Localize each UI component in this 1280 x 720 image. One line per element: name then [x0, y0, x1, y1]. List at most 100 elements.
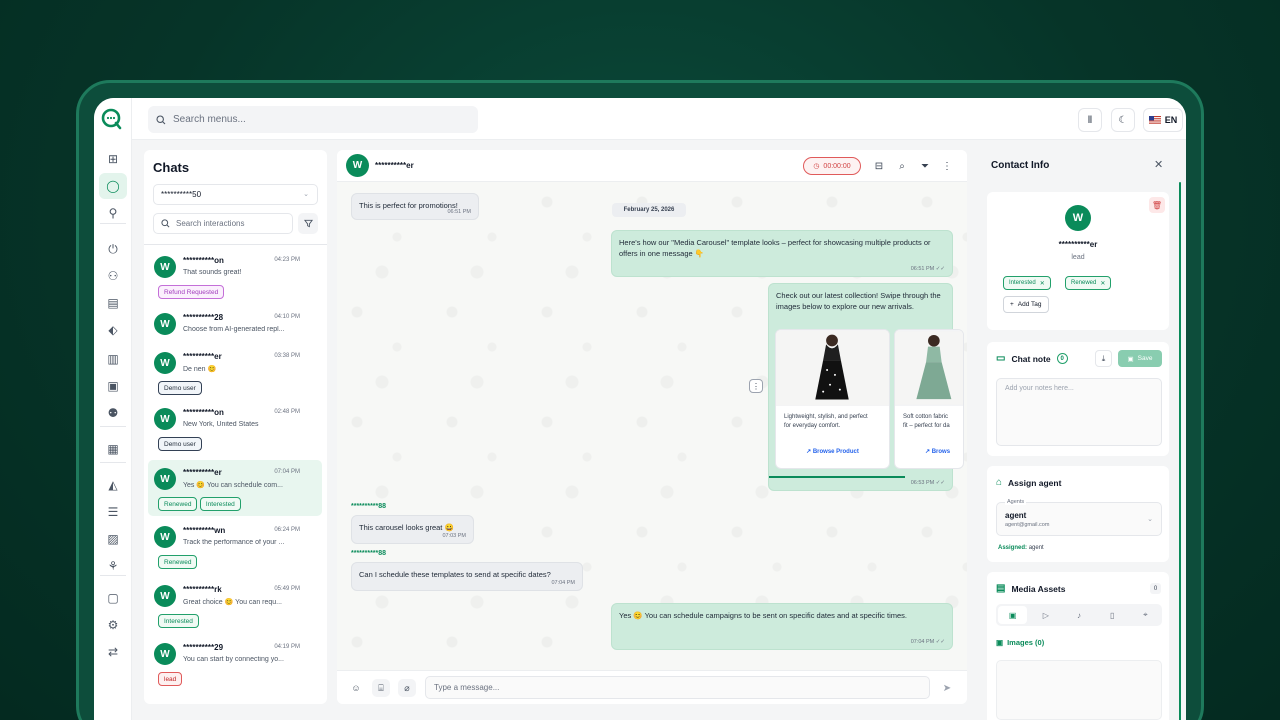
save-icon: ▣ — [1127, 355, 1134, 363]
carousel-card[interactable]: Soft cotton fabric fit – perfect for da … — [894, 329, 964, 469]
chat-time: 04:23 PM — [274, 257, 300, 263]
message-bubble-outgoing: Yes 😊 You can schedule campaigns to be s… — [611, 603, 953, 650]
menu-search-placeholder: Search menus... — [173, 114, 246, 125]
tab-audio[interactable]: ♪ — [1064, 606, 1093, 624]
layout-button[interactable]: ⊟ — [872, 159, 886, 173]
language-button[interactable]: EN — [1143, 108, 1183, 132]
browse-product-link[interactable]: ↗ Brows — [895, 448, 963, 457]
carousel-card[interactable]: Lightweight, stylish, and perfect for ev… — [775, 329, 890, 469]
add-tag-button[interactable]: + Add Tag — [1003, 296, 1049, 313]
chat-tag: Demo user — [158, 437, 202, 451]
assigned-value: agent — [1028, 545, 1044, 551]
nav-item[interactable]: ◭ — [99, 472, 127, 498]
scrollbar[interactable] — [1179, 182, 1181, 720]
nav-item[interactable]: ⚉ — [99, 400, 127, 426]
nav-item[interactable]: ⚇ — [99, 263, 127, 289]
send-icon: ➤ — [942, 682, 952, 694]
tab-documents[interactable]: ▯ — [1098, 606, 1127, 624]
message-time: 06:51 PM ✓✓ — [910, 265, 945, 272]
image-icon: ▣ — [1008, 610, 1017, 620]
tag-icon: ⬖ — [108, 323, 118, 337]
message-input[interactable]: Type a message... — [425, 676, 930, 699]
tab-videos[interactable]: ▷ — [1031, 606, 1060, 624]
filter-button[interactable] — [298, 213, 318, 234]
save-note-button[interactable]: ▣ Save — [1118, 350, 1162, 367]
chat-time: 06:24 PM — [274, 527, 300, 533]
chat-note-textarea[interactable]: Add your notes here... — [996, 378, 1162, 446]
browse-product-link[interactable]: ↗ Browse Product — [776, 448, 889, 457]
search-messages-button[interactable]: ⌕ — [895, 159, 909, 173]
chat-list-item[interactable]: W **********on 02:48 PM New York, United St… — [148, 400, 322, 456]
emoji-button[interactable]: ☺ — [347, 679, 365, 697]
nav-item[interactable]: ▤ — [99, 290, 127, 316]
tab-images[interactable]: ▣ — [998, 606, 1028, 624]
close-icon[interactable]: ✕ — [1154, 158, 1163, 171]
app-logo-icon[interactable] — [100, 108, 122, 130]
search-icon: ⌕ — [899, 160, 905, 172]
chat-list-item[interactable]: W **********29 04:19 PM You can start by co… — [148, 635, 322, 691]
nav-item[interactable]: ⊞ — [99, 146, 127, 172]
search-icon — [161, 219, 170, 228]
chat-tag: Interested — [199, 497, 241, 511]
quick-reply-button[interactable]: ⌸ — [372, 679, 390, 697]
filter-messages-button[interactable]: ⏷ — [918, 159, 932, 173]
id-card-icon: ▢ — [107, 591, 119, 605]
interaction-search-input[interactable]: Search interactions — [153, 213, 293, 234]
nav-item[interactable]: ▢ — [99, 585, 127, 611]
delete-contact-button[interactable]: 🗑 — [1149, 197, 1165, 213]
nav-item[interactable]: ☰ — [99, 499, 127, 525]
chat-icon: ◯ — [106, 179, 120, 193]
remove-tag-icon[interactable]: ✕ — [1040, 280, 1045, 287]
nav-item[interactable]: ▨ — [99, 526, 127, 552]
nav-item[interactable]: ▦ — [99, 436, 127, 462]
dark-mode-button[interactable]: ☾ — [1111, 108, 1135, 132]
message-text: Here's how our "Media Carousel" template… — [619, 238, 931, 259]
chat-list-item[interactable]: W **********wn 06:24 PM Track the performan… — [148, 518, 322, 574]
carousel-scrollbar[interactable] — [769, 476, 905, 478]
save-label: Save — [1137, 355, 1153, 362]
nav-item[interactable]: ◯ — [99, 173, 127, 199]
nav-item[interactable]: ▣ — [99, 373, 127, 399]
flow-icon: ⚲ — [108, 206, 118, 220]
chat-list-item[interactable]: W **********28 04:10 PM Choose from AI-gene… — [148, 305, 322, 344]
media-assets-card: ▤ Media Assets 0 ▣ ▷ ♪ ▯ ⌖ ▣ Images (0) — [987, 572, 1169, 720]
download-notes-button[interactable]: ⤓ — [1095, 350, 1112, 367]
product-description-line: fit – perfect for da — [903, 423, 950, 429]
menu-search-input[interactable]: Search menus... — [148, 106, 478, 133]
add-tag-label: Add Tag — [1017, 301, 1042, 308]
message-input-placeholder: Type a message... — [434, 683, 500, 692]
microphone-icon: ♪ — [1077, 610, 1081, 620]
contact-tag: Interested ✕ — [1003, 276, 1051, 290]
chat-list-item[interactable]: W **********er 03:38 PM De nen 😊 Demo user — [148, 344, 322, 400]
message-area[interactable]: This is perfect for promotions! 06:51 PM… — [337, 182, 967, 670]
chat-time: 07:04 PM — [274, 469, 300, 475]
contact-info-panel: Contact Info ✕ W 🗑 **********er lead Int… — [977, 150, 1181, 720]
nav-item[interactable]: ⬖ — [99, 317, 127, 343]
nav-item[interactable]: ⏻ — [99, 236, 127, 262]
assigned-status: Assigned: agent — [998, 545, 1044, 551]
tab-locations[interactable]: ⌖ — [1131, 606, 1160, 624]
language-label: EN — [1164, 115, 1178, 125]
divider — [100, 462, 126, 463]
send-button[interactable]: ➤ — [938, 679, 956, 697]
agent-select[interactable]: Agents agent agent@gmail.com ⌄ — [996, 499, 1162, 536]
account-select[interactable]: **********50 ⌄ — [153, 184, 318, 205]
divider — [100, 426, 126, 427]
contact-profile-card: W 🗑 **********er lead Interested ✕ Renew… — [987, 192, 1169, 330]
nav-item[interactable]: ⇄ — [99, 639, 127, 665]
chat-name: **********er — [183, 468, 222, 477]
chat-list-item[interactable]: W **********rk 05:49 PM Great choice 😊 You … — [148, 577, 322, 633]
contact-avatar[interactable]: W — [346, 154, 369, 177]
nav-item[interactable]: ▥ — [99, 346, 127, 372]
remove-tag-icon[interactable]: ✕ — [1100, 280, 1105, 287]
nav-item[interactable]: ⚙ — [99, 612, 127, 638]
attach-button[interactable]: ⌀ — [398, 679, 416, 697]
message-options-button[interactable]: ⋮ — [749, 379, 763, 393]
chat-list-item[interactable]: W **********on 04:23 PM That sounds great! R… — [148, 248, 322, 304]
chat-avatar: W — [154, 313, 176, 335]
chat-list-item[interactable]: W **********er 07:04 PM Yes 😊 You can sched… — [148, 460, 322, 516]
text-size-button[interactable]: Ⅱ — [1078, 108, 1102, 132]
chat-name: **********wn — [183, 526, 226, 535]
more-options-button[interactable]: ⋮ — [940, 159, 954, 173]
account-select-value: **********50 — [161, 190, 202, 199]
